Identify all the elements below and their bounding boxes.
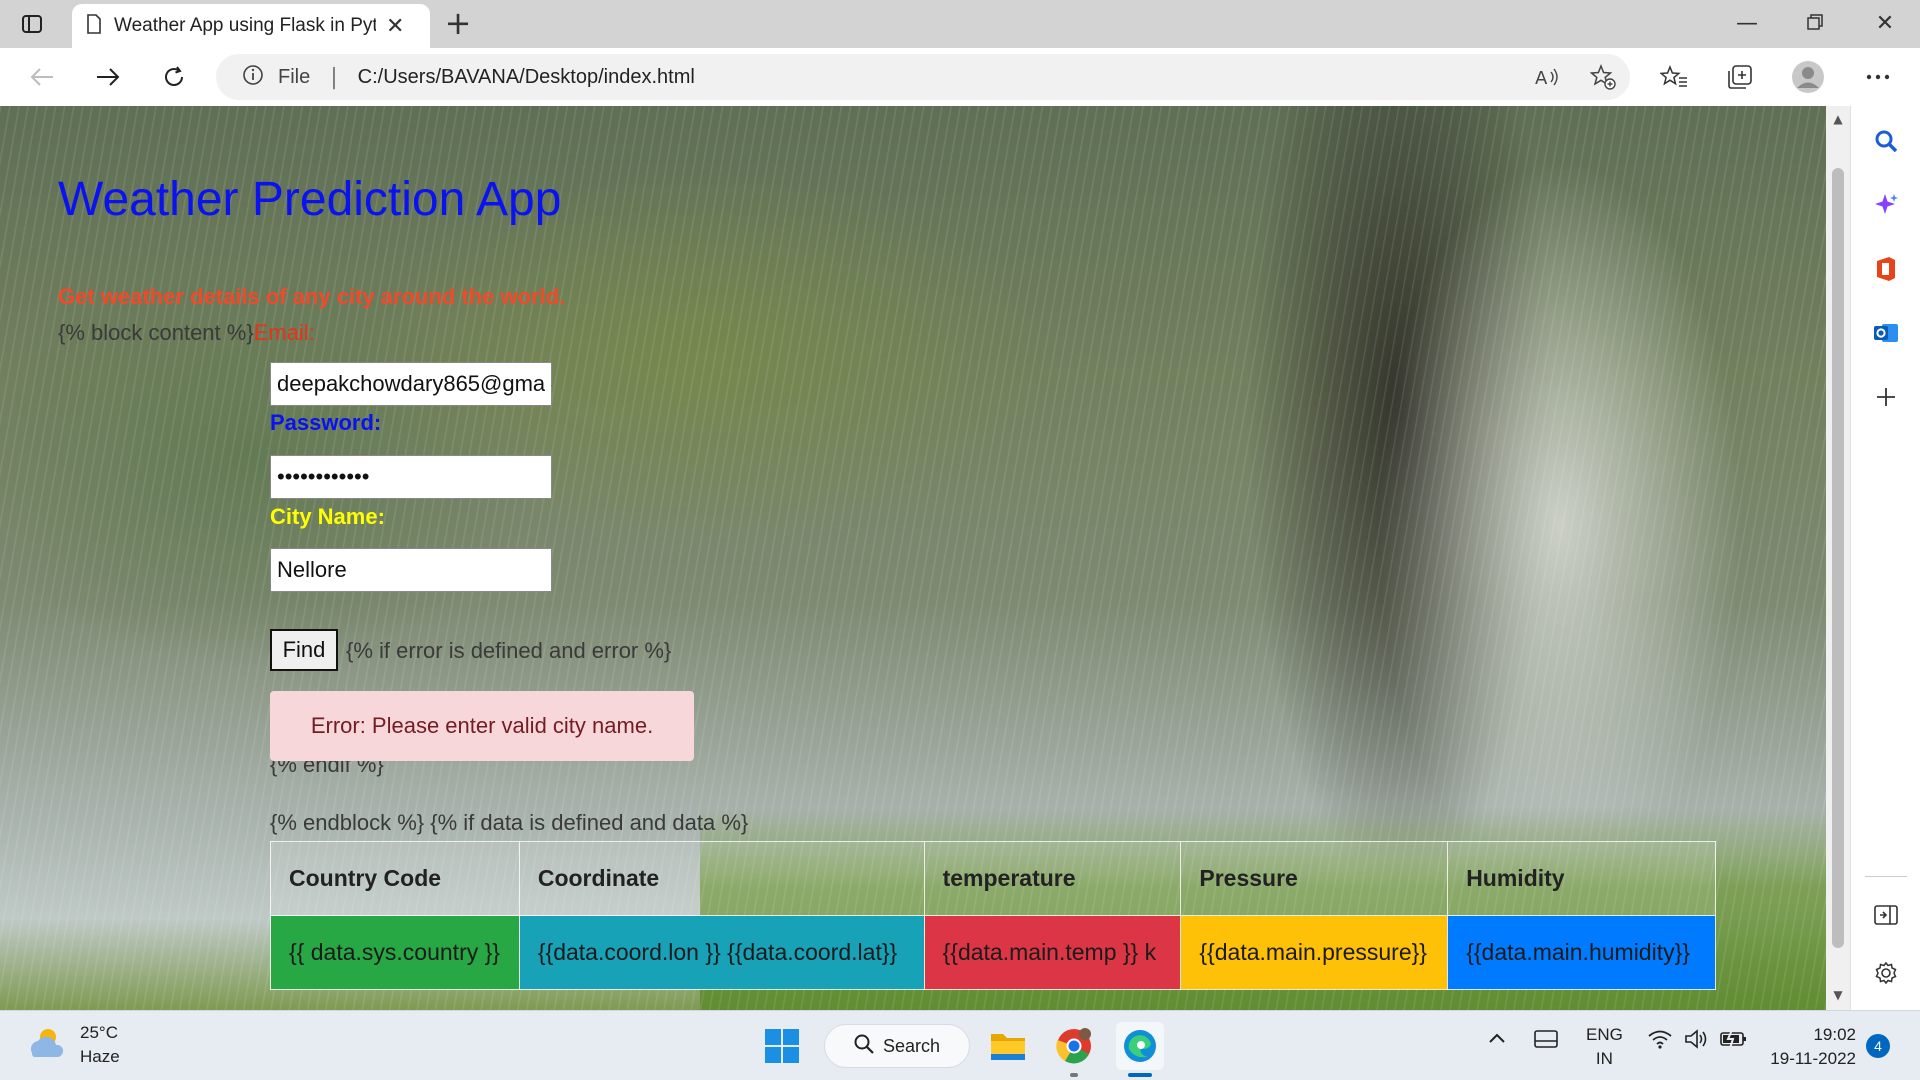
clock-time: 19:02 — [1813, 1025, 1856, 1044]
tab-actions-icon[interactable] — [18, 10, 46, 38]
taskbar-clock[interactable]: 19:02 19-11-2022 — [1768, 1023, 1856, 1071]
chrome-active-indicator — [1070, 1073, 1078, 1077]
browser-toolbar: File | C:/Users/BAVANA/Desktop/index.htm… — [0, 48, 1920, 106]
search-icon[interactable] — [1869, 124, 1903, 158]
haze-weather-icon — [26, 1025, 66, 1065]
minimize-button[interactable]: — — [1722, 6, 1772, 42]
hide-sidebar-icon[interactable] — [1869, 898, 1903, 932]
close-tab-icon[interactable]: ✕ — [386, 14, 404, 39]
notification-badge[interactable]: 4 — [1866, 1034, 1890, 1058]
cell-pressure: {{data.main.pressure}} — [1180, 915, 1449, 990]
edge-icon[interactable] — [1116, 1022, 1164, 1070]
chrome-icon[interactable] — [1050, 1022, 1098, 1070]
close-window-button[interactable]: ✕ — [1860, 6, 1910, 42]
new-tab-button[interactable]: + — [440, 6, 476, 42]
page-subtitle: Get weather details of any city around t… — [58, 284, 566, 309]
address-separator: | — [330, 64, 338, 90]
scroll-up-icon[interactable]: ▲ — [1830, 112, 1846, 128]
error-alert: Error: Please enter valid city name. — [270, 691, 694, 761]
forward-icon[interactable] — [90, 59, 126, 95]
active-tab[interactable]: Weather App using Flask in Python ✕ — [72, 4, 430, 48]
template-block-content: {% block content %} — [58, 320, 254, 345]
header-coordinate: Coordinate — [518, 841, 925, 916]
weather-data-table: Country Code Coordinate temperature Pres… — [270, 841, 1716, 990]
collections-icon[interactable] — [1724, 61, 1756, 93]
add-favorite-icon[interactable] — [1588, 62, 1618, 92]
email-label: Email: — [253, 320, 315, 345]
city-name-input[interactable] — [270, 548, 552, 592]
edge-active-indicator — [1128, 1073, 1152, 1077]
svg-text:A: A — [1535, 68, 1548, 88]
info-icon[interactable] — [242, 64, 264, 90]
tab-title: Weather App using Flask in Python — [114, 15, 376, 36]
read-aloud-icon[interactable]: A — [1532, 62, 1562, 92]
show-hidden-icons-chevron-up-icon[interactable] — [1488, 1029, 1506, 1049]
scroll-down-icon[interactable]: ▼ — [1830, 988, 1846, 1004]
find-button[interactable]: Find — [270, 629, 338, 671]
cell-country: {{ data.sys.country }} — [270, 915, 520, 990]
password-input[interactable] — [270, 455, 552, 499]
address-bar[interactable]: File | C:/Users/BAVANA/Desktop/index.htm… — [216, 54, 1630, 100]
cell-temperature: {{data.main.temp }} k — [923, 915, 1182, 990]
email-input[interactable] — [270, 362, 552, 406]
vertical-scrollbar[interactable]: ▲ ▼ — [1826, 106, 1850, 1010]
taskbar-search[interactable]: Search — [824, 1024, 970, 1068]
edge-sidebar — [1850, 106, 1920, 1010]
weather-app-page: Weather Prediction App Get weather detai… — [0, 106, 1826, 1010]
taskbar-search-icon — [853, 1033, 875, 1060]
template-if-error: {% if error is defined and error %} — [346, 638, 672, 663]
outlook-icon[interactable] — [1869, 316, 1903, 350]
header-country-code: Country Code — [270, 841, 520, 916]
windows-taskbar: 25°C Haze Search ENG IN 19:02 19-11-2022… — [0, 1010, 1920, 1080]
header-temperature: temperature — [923, 841, 1182, 916]
weather-widget[interactable]: 25°C Haze — [26, 1021, 120, 1069]
battery-charging-icon[interactable] — [1720, 1029, 1748, 1054]
language-indicator[interactable]: ENG IN — [1586, 1023, 1623, 1071]
tab-bar: Weather App using Flask in Python ✕ + — … — [0, 0, 1920, 48]
language-code: ENG — [1586, 1025, 1623, 1044]
office-icon[interactable] — [1869, 252, 1903, 286]
sidebar-divider — [1865, 876, 1907, 877]
table-row: {{ data.sys.country }} {{data.coord.lon … — [270, 915, 1716, 990]
table-header-row: Country Code Coordinate temperature Pres… — [270, 841, 1716, 916]
page-viewport: Weather Prediction App Get weather detai… — [0, 106, 1826, 1010]
header-humidity: Humidity — [1447, 841, 1716, 916]
restore-button[interactable] — [1790, 6, 1840, 42]
wifi-icon[interactable] — [1648, 1029, 1672, 1054]
favorites-icon[interactable] — [1658, 61, 1690, 93]
scroll-thumb[interactable] — [1832, 168, 1844, 948]
profile-avatar-icon[interactable] — [1792, 61, 1824, 93]
address-scheme-label: File — [278, 65, 311, 88]
windows-start-icon[interactable] — [758, 1022, 806, 1070]
file-explorer-icon[interactable] — [984, 1022, 1032, 1070]
taskbar-search-label: Search — [883, 1035, 941, 1056]
cell-humidity: {{data.main.humidity}} — [1447, 915, 1716, 990]
city-name-label: City Name: — [270, 504, 385, 529]
tablet-mode-icon[interactable] — [1534, 1029, 1558, 1054]
volume-icon[interactable] — [1684, 1029, 1710, 1054]
add-sidebar-app-icon[interactable] — [1869, 380, 1903, 414]
clock-date: 19-11-2022 — [1770, 1049, 1856, 1068]
page-icon — [86, 14, 102, 38]
settings-gear-icon[interactable] — [1869, 956, 1903, 990]
back-icon[interactable] — [24, 59, 60, 95]
password-label: Password: — [270, 410, 382, 435]
refresh-icon[interactable] — [156, 59, 192, 95]
taskbar-temperature: 25°C — [80, 1023, 118, 1042]
header-pressure: Pressure — [1180, 841, 1449, 916]
block-content-line: {% block content %}Email: — [58, 320, 315, 346]
page-title: Weather Prediction App — [58, 173, 562, 226]
cell-coordinate: {{data.coord.lon }} {{data.coord.lat}} — [518, 915, 925, 990]
language-region: IN — [1595, 1049, 1613, 1068]
taskbar-weather-condition: Haze — [80, 1047, 120, 1066]
more-menu-icon[interactable] — [1862, 61, 1894, 93]
template-endblock: {% endblock %} {% if data is defined and… — [270, 810, 749, 835]
copilot-sparkle-icon[interactable] — [1869, 188, 1903, 222]
address-url[interactable]: C:/Users/BAVANA/Desktop/index.html — [358, 66, 695, 89]
